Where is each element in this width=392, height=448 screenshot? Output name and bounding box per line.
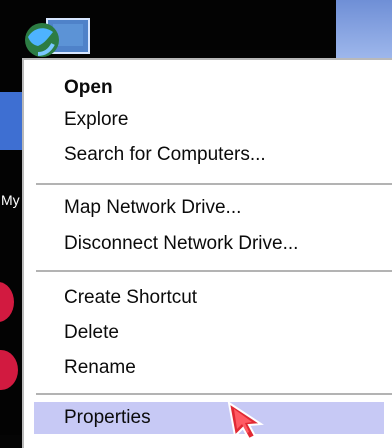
menu-item-label: Properties <box>64 407 151 428</box>
menu-item-label: Open <box>64 77 113 98</box>
menu-item-create-shortcut[interactable]: Create Shortcut <box>34 282 384 314</box>
menu-item-label: Map Network Drive... <box>64 197 242 218</box>
menu-item-explore[interactable]: Explore <box>34 104 384 136</box>
menu-separator <box>36 393 392 395</box>
menu-item-rename[interactable]: Rename <box>34 352 384 384</box>
menu-item-label: Rename <box>64 357 136 378</box>
red-desktop-shape <box>0 350 18 390</box>
desktop-icon-label: My <box>1 192 20 208</box>
red-desktop-shape <box>0 282 14 322</box>
menu-item-map-network-drive[interactable]: Map Network Drive... <box>34 192 384 224</box>
menu-separator <box>36 270 392 272</box>
context-menu: Open Explore Search for Computers... Map… <box>22 58 392 448</box>
menu-item-label: Search for Computers... <box>64 144 266 165</box>
menu-separator <box>36 183 392 185</box>
menu-item-label: Explore <box>64 109 129 130</box>
mouse-pointer-icon <box>227 401 264 439</box>
menu-item-open[interactable]: Open <box>34 72 384 104</box>
window-edge <box>336 0 392 60</box>
menu-item-label: Disconnect Network Drive... <box>64 233 299 254</box>
desktop-icon-label-highlight: My <box>0 92 22 208</box>
menu-item-delete[interactable]: Delete <box>34 317 384 349</box>
menu-item-disconnect-network-drive[interactable]: Disconnect Network Drive... <box>34 228 384 260</box>
menu-item-label: Create Shortcut <box>64 287 198 308</box>
menu-item-properties[interactable]: Properties <box>34 402 384 434</box>
menu-item-search-computers[interactable]: Search for Computers... <box>34 139 384 171</box>
menu-item-label: Delete <box>64 322 119 343</box>
